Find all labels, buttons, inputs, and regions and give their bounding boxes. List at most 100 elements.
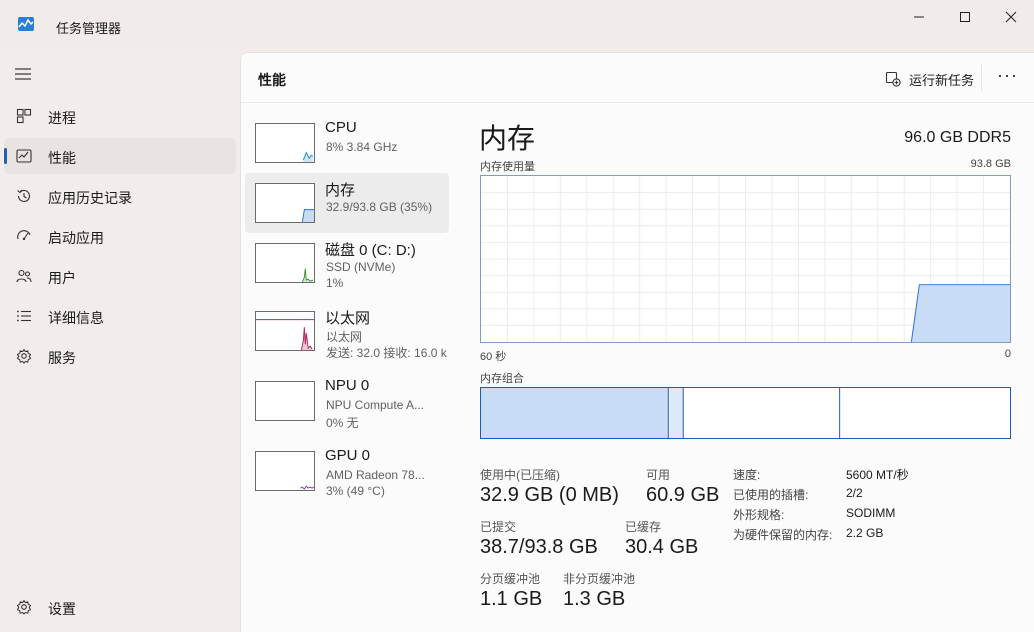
- title-bar: 任务管理器: [0, 0, 1034, 52]
- paged-pool-label: 分页缓冲池: [480, 572, 541, 586]
- cpu-thumbnail-graph: [255, 123, 315, 163]
- maximize-button[interactable]: [942, 2, 988, 32]
- users-icon: [16, 269, 32, 283]
- detail-value: 2.2 GB: [846, 526, 884, 540]
- minimize-icon: [914, 16, 924, 18]
- device-item-disk[interactable]: 磁盘 0 (C: D:) SSD (NVMe) 1%: [245, 233, 449, 293]
- device-detail: 0% 无: [326, 416, 359, 430]
- gpu-thumbnail-graph: [255, 451, 315, 491]
- detail-value: 5600 MT/秒: [846, 468, 909, 482]
- memory-composition-bar: [480, 387, 1011, 439]
- header-divider: [981, 65, 982, 91]
- ethernet-thumbnail-graph: [255, 311, 315, 351]
- npu-thumbnail-graph: [255, 381, 315, 421]
- active-indicator: [4, 148, 7, 164]
- sidebar-item-startup[interactable]: 启动应用: [4, 218, 236, 254]
- device-name: GPU 0: [325, 447, 371, 464]
- cached-label: 已缓存: [625, 520, 662, 534]
- committed-value: 38.7/93.8 GB: [480, 536, 598, 558]
- sidebar-item-details[interactable]: 详细信息: [4, 298, 236, 334]
- sidebar-item-label: 详细信息: [48, 310, 104, 326]
- detail-value: 2/2: [846, 486, 863, 500]
- sidebar-item-performance[interactable]: 性能: [4, 138, 236, 174]
- hamburger-menu-icon[interactable]: [14, 67, 32, 81]
- settings-gear-icon: [16, 599, 32, 615]
- memory-thumbnail-graph: [255, 183, 315, 223]
- close-icon: [1005, 11, 1017, 23]
- maximize-icon: [960, 12, 970, 22]
- run-new-task-button[interactable]: 运行新任务: [885, 69, 974, 89]
- sidebar-item-processes[interactable]: 进程: [4, 98, 236, 134]
- settings-label: 设置: [48, 601, 76, 617]
- processes-icon: [16, 108, 32, 124]
- detail-key: 为硬件保留的内存:: [733, 528, 833, 542]
- app-history-icon: [17, 189, 31, 202]
- paged-pool-value: 1.1 GB: [480, 588, 543, 610]
- run-new-task-label: 运行新任务: [909, 72, 975, 88]
- composition-modified: [669, 388, 684, 438]
- device-detail: AMD Radeon 78...: [326, 468, 425, 482]
- sidebar-item-users[interactable]: 用户: [4, 258, 236, 294]
- nonpaged-pool-label: 非分页缓冲池: [563, 572, 636, 586]
- available-label: 可用: [646, 468, 671, 482]
- sidebar-item-services[interactable]: 服务: [4, 338, 236, 374]
- memory-max-label: 93.8 GB: [970, 158, 1011, 170]
- page-title: 性能: [258, 72, 286, 88]
- task-manager-app-icon: [18, 17, 34, 31]
- performance-icon: [16, 149, 32, 163]
- disk-thumbnail-graph: [255, 243, 315, 283]
- device-item-memory[interactable]: 内存 32.9/93.8 GB (35%): [245, 173, 449, 233]
- memory-usage-area: [911, 284, 1010, 342]
- minimize-button[interactable]: [896, 2, 942, 32]
- device-item-gpu[interactable]: GPU 0 AMD Radeon 78... 3% (49 °C): [245, 443, 449, 503]
- cached-value: 30.4 GB: [625, 536, 699, 558]
- startup-icon: [17, 230, 31, 241]
- device-detail: NPU Compute A...: [326, 398, 425, 412]
- services-icon: [16, 348, 32, 364]
- memory-usage-graph: [480, 175, 1011, 343]
- time-axis-end: 0: [1004, 348, 1011, 360]
- sidebar-item-label: 性能: [48, 150, 76, 166]
- sidebar-item-label: 服务: [48, 350, 76, 366]
- device-detail: 以太网: [326, 330, 363, 344]
- available-value: 60.9 GB: [646, 484, 720, 506]
- device-name: 磁盘 0 (C: D:): [325, 242, 416, 259]
- composition-in-use: [481, 388, 669, 438]
- window-title: 任务管理器: [56, 21, 122, 36]
- device-detail: 发送: 32.0 接收: 16.0 k: [326, 346, 447, 360]
- sidebar-item-settings[interactable]: 设置: [4, 589, 236, 625]
- sidebar-item-app-history[interactable]: 应用历史记录: [4, 178, 236, 214]
- device-name: 内存: [325, 182, 356, 199]
- device-detail: SSD (NVMe): [326, 260, 396, 274]
- committed-label: 已提交: [480, 520, 517, 534]
- in-use-label: 使用中(已压缩): [480, 468, 560, 482]
- sidebar-item-label: 进程: [48, 110, 76, 126]
- device-name: CPU: [325, 119, 357, 136]
- detail-key: 速度:: [733, 468, 761, 482]
- device-item-ethernet[interactable]: 以太网 以太网 发送: 32.0 接收: 16.0 k: [245, 303, 449, 363]
- time-axis-start: 60 秒: [480, 351, 507, 363]
- details-icon: [17, 310, 31, 322]
- memory-composition-label: 内存组合: [480, 373, 524, 385]
- device-detail: 8% 3.84 GHz: [326, 140, 398, 154]
- device-detail: 32.9/93.8 GB (35%): [326, 200, 433, 214]
- nonpaged-pool-value: 1.3 GB: [563, 588, 626, 610]
- device-item-cpu[interactable]: CPU 8% 3.84 GHz: [245, 113, 449, 173]
- device-name: 以太网: [325, 310, 371, 327]
- page-header: 性能 运行新任务 ···: [241, 53, 1034, 103]
- sidebar-item-label: 用户: [48, 270, 76, 286]
- sidebar-item-label: 启动应用: [48, 230, 104, 246]
- sidebar-item-label: 应用历史记录: [48, 190, 132, 206]
- detail-key: 已使用的插槽:: [733, 488, 809, 502]
- more-options-button[interactable]: ···: [997, 65, 1018, 86]
- device-detail: 3% (49 °C): [326, 484, 385, 498]
- close-button[interactable]: [988, 2, 1034, 32]
- memory-title: 内存: [479, 123, 536, 154]
- sidebar: 进程 性能 应用历史记录 启动应用 用户 详细信息 服务 设置: [0, 52, 240, 632]
- device-name: NPU 0: [325, 377, 370, 394]
- run-new-task-icon: [885, 71, 901, 87]
- detail-key: 外形规格:: [733, 508, 785, 522]
- in-use-value: 32.9 GB (0 MB): [480, 484, 619, 506]
- device-item-npu[interactable]: NPU 0 NPU Compute A... 0% 无: [245, 373, 449, 433]
- memory-detail-panel: 内存 96.0 GB DDR5 内存使用量 93.8 GB 60 秒 0 内存组…: [479, 103, 1034, 632]
